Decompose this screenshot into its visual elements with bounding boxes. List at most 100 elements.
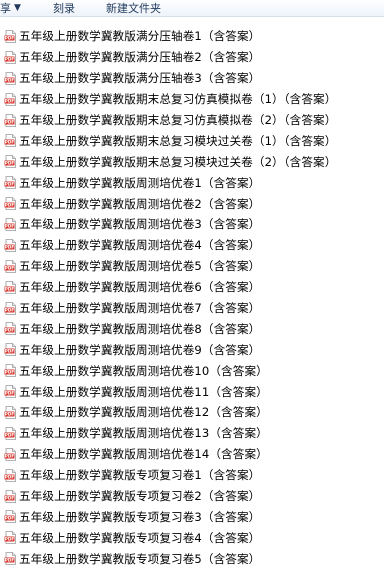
file-item[interactable]: PDF 五年级上册数学冀教版期末总复习仿真模拟卷（1）（含答案） [0,89,384,110]
pdf-icon: PDF [4,447,17,461]
file-name: 五年级上册数学冀教版周测培优卷14（含答案） [19,447,268,462]
pdf-badge-text: PDF [5,98,15,103]
file-name: 五年级上册数学冀教版周测培优卷8（含答案） [19,321,261,336]
pdf-badge-text: PDF [5,307,15,312]
file-item[interactable]: PDF 五年级上册数学冀教版周测培优卷3（含答案） [0,214,384,235]
file-item[interactable]: PDF 五年级上册数学冀教版周测培优卷8（含答案） [0,318,384,339]
file-item[interactable]: PDF 五年级上册数学冀教版期末总复习模块过关卷（1）（含答案） [0,130,384,151]
pdf-icon: PDF [4,280,17,294]
share-button[interactable]: 享 ▼ [0,0,21,16]
file-item[interactable]: PDF 五年级上册数学冀教版周测培优卷5（含答案） [0,256,384,277]
file-name: 五年级上册数学冀教版期末总复习模块过关卷（2）（含答案） [19,154,337,169]
pdf-icon: PDF [4,301,17,315]
file-name: 五年级上册数学冀教版周测培优卷11（含答案） [19,384,268,399]
file-item[interactable]: PDF 五年级上册数学冀教版周测培优卷12（含答案） [0,402,384,423]
file-item[interactable]: PDF 五年级上册数学冀教版满分压轴卷3（含答案） [0,68,384,89]
file-name: 五年级上册数学冀教版期末总复习模块过关卷（1）（含答案） [19,133,337,148]
file-item[interactable]: PDF 五年级上册数学冀教版专项复习卷4（含答案） [0,527,384,548]
pdf-badge-text: PDF [5,77,15,82]
file-name: 五年级上册数学冀教版周测培优卷6（含答案） [19,280,261,295]
file-name: 五年级上册数学冀教版专项复习卷3（含答案） [19,509,261,524]
file-item[interactable]: PDF 五年级上册数学冀教版专项复习卷1（含答案） [0,465,384,486]
pdf-icon: PDF [4,197,17,210]
file-name: 五年级上册数学冀教版周测培优卷2（含答案） [19,196,261,211]
file-name: 五年级上册数学冀教版满分压轴卷3（含答案） [19,71,261,86]
pdf-badge-text: PDF [5,558,15,563]
file-item[interactable]: PDF 五年级上册数学冀教版专项复习卷5（含答案） [0,548,384,569]
pdf-icon: PDF [4,468,17,482]
pdf-icon: PDF [4,218,17,231]
file-item[interactable]: PDF 五年级上册数学冀教版期末总复习模块过关卷（2）（含答案） [0,151,384,172]
pdf-icon: PDF [4,531,17,545]
file-name: 五年级上册数学冀教版周测培优卷3（含答案） [19,217,261,232]
file-name: 五年级上册数学冀教版周测培优卷1（含答案） [19,175,261,190]
file-name: 五年级上册数学冀教版周测培优卷5（含答案） [19,259,261,274]
pdf-badge-text: PDF [5,516,15,521]
file-name: 五年级上册数学冀教版周测培优卷13（含答案） [19,426,268,441]
explorer-toolbar: 享 ▼ 刻录 新建文件夹 [0,0,384,17]
file-item[interactable]: PDF 五年级上册数学冀教版周测培优卷7（含答案） [0,298,384,319]
file-name: 五年级上册数学冀教版周测培优卷12（含答案） [19,405,268,420]
pdf-icon: PDF [4,176,17,190]
pdf-icon: PDF [4,238,17,252]
file-name: 五年级上册数学冀教版周测培优卷4（含答案） [19,238,261,253]
pdf-badge-text: PDF [5,391,15,396]
file-item[interactable]: PDF 五年级上册数学冀教版满分压轴卷2（含答案） [0,47,384,68]
pdf-icon: PDF [4,343,17,357]
pdf-badge-text: PDF [5,119,15,124]
pdf-badge-text: PDF [5,286,15,291]
pdf-badge-text: PDF [5,203,15,208]
file-item[interactable]: PDF 五年级上册数学冀教版周测培优卷14（含答案） [0,444,384,465]
pdf-badge-text: PDF [5,453,15,458]
file-item[interactable]: PDF 五年级上册数学冀教版期末总复习仿真模拟卷（2）（含答案） [0,110,384,131]
file-item[interactable]: PDF 五年级上册数学冀教版满分压轴卷1（含答案） [0,26,384,47]
pdf-icon: PDF [4,30,17,43]
file-item[interactable]: PDF 五年级上册数学冀教版周测培优卷2（含答案） [0,193,384,214]
pdf-badge-text: PDF [5,36,15,41]
file-item[interactable]: PDF 五年级上册数学冀教版周测培优卷1（含答案） [0,172,384,193]
pdf-badge-text: PDF [5,224,15,229]
file-name: 五年级上册数学冀教版期末总复习仿真模拟卷（2）（含答案） [19,113,337,127]
pdf-badge-text: PDF [5,349,15,354]
pdf-icon: PDF [4,50,17,64]
pdf-badge-text: PDF [5,495,15,500]
file-item[interactable]: PDF 五年级上册数学冀教版周测培优卷6（含答案） [0,277,384,298]
pdf-icon: PDF [4,113,17,127]
new-folder-label: 新建文件夹 [106,2,161,15]
file-item[interactable]: PDF 五年级上册数学冀教版专项复习卷2（含答案） [0,486,384,507]
pdf-badge-text: PDF [5,265,15,270]
pdf-badge-text: PDF [5,328,15,333]
pdf-icon: PDF [4,426,17,440]
pdf-icon: PDF [4,134,17,148]
burn-button[interactable]: 刻录 [53,0,75,16]
chevron-down-icon: ▼ [14,3,21,13]
pdf-badge-text: PDF [5,432,15,437]
pdf-badge-text: PDF [5,370,15,375]
pdf-icon: PDF [4,92,17,106]
burn-label: 刻录 [53,2,75,15]
new-folder-button[interactable]: 新建文件夹 [106,0,161,16]
file-name: 五年级上册数学冀教版满分压轴卷1（含答案） [19,29,261,44]
file-item[interactable]: PDF 五年级上册数学冀教版专项复习卷3（含答案） [0,506,384,527]
pdf-badge-text: PDF [5,244,15,249]
file-item[interactable]: PDF 五年级上册数学冀教版周测培优卷4（含答案） [0,235,384,256]
pdf-badge-text: PDF [5,140,15,145]
pdf-badge-text: PDF [5,474,15,479]
file-name: 五年级上册数学冀教版专项复习卷2（含答案） [19,489,261,504]
pdf-icon: PDF [4,155,17,169]
pdf-icon: PDF [4,510,17,524]
file-name: 五年级上册数学冀教版专项复习卷5（含答案） [19,551,261,566]
file-item[interactable]: PDF 五年级上册数学冀教版周测培优卷13（含答案） [0,423,384,444]
file-item[interactable]: PDF 五年级上册数学冀教版周测培优卷10（含答案） [0,360,384,381]
file-name: 五年级上册数学冀教版周测培优卷7（含答案） [19,301,261,316]
pdf-icon: PDF [4,71,17,85]
file-name: 五年级上册数学冀教版周测培优卷9（含答案） [19,342,261,357]
file-name: 五年级上册数学冀教版专项复习卷1（含答案） [19,468,261,483]
pdf-badge-text: PDF [5,56,15,61]
file-item[interactable]: PDF 五年级上册数学冀教版周测培优卷11（含答案） [0,381,384,402]
file-item[interactable]: PDF 五年级上册数学冀教版周测培优卷9（含答案） [0,339,384,360]
file-name: 五年级上册数学冀教版期末总复习仿真模拟卷（1）（含答案） [19,92,337,107]
pdf-icon: PDF [4,364,17,378]
pdf-badge-text: PDF [5,537,15,542]
pdf-badge-text: PDF [5,182,15,187]
